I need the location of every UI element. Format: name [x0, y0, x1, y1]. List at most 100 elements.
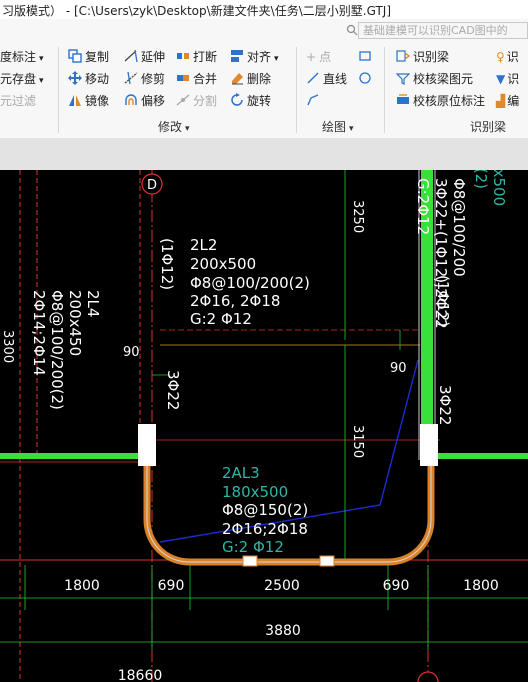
point-button[interactable]: + 点	[306, 47, 331, 67]
rectangle-icon	[359, 51, 371, 61]
group-label: 修改	[158, 120, 183, 134]
break-button[interactable]: 打断	[176, 47, 217, 67]
merge-button[interactable]: 合并	[176, 69, 217, 89]
cad-drawing-canvas[interactable]: D 2L2 200x500 Φ8@100/200(2) 2Φ16, 2Φ18 G…	[0, 170, 528, 682]
arc-button[interactable]	[306, 91, 323, 111]
dim-3250: 3250	[350, 200, 365, 233]
ribbon-item-label: 元存盘	[0, 72, 37, 86]
drawing-tab-bar	[0, 138, 528, 171]
mirror-icon	[69, 95, 81, 106]
check-annot-button[interactable]: 校核原位标注	[396, 91, 485, 111]
beam-right-name: 2KL(2)	[472, 170, 490, 189]
edit-extra-label: 编	[507, 94, 520, 108]
point-label: 点	[319, 50, 332, 64]
rotate-button[interactable]: 旋转	[230, 91, 271, 111]
rect-tool-button[interactable]	[358, 47, 375, 67]
ribbon-separator	[384, 47, 385, 133]
offset-label: 偏移	[141, 94, 166, 108]
break-label: 打断	[193, 50, 218, 64]
check-beam-label: 校核梁图元	[413, 72, 474, 86]
identify-beam-button[interactable]: 识别梁	[396, 47, 449, 67]
dim-left-edge: 3300	[0, 330, 15, 363]
modify-group-label[interactable]: 修改 ▾	[158, 118, 190, 135]
beam-2l2-side-vertical: (1Φ12)	[158, 238, 176, 290]
ribbon-item-filter[interactable]: 元过滤	[0, 91, 36, 111]
trim-label: 修剪	[141, 72, 166, 86]
search-input[interactable]: 基础建模可以识别CAD图中的	[358, 22, 528, 39]
dim-row1-1800-left: 1800	[64, 578, 100, 594]
group-label: 识别梁	[470, 120, 507, 134]
extend-button[interactable]: 延伸	[124, 47, 165, 67]
split-button[interactable]: 分割	[176, 91, 217, 111]
beam-2l2-size: 200x500	[190, 255, 256, 273]
column-left	[138, 424, 156, 466]
beam-2l4-size: 200x450	[66, 290, 84, 356]
merge-label: 合并	[193, 72, 218, 86]
ribbon-item-save[interactable]: 元存盘 ▾	[0, 69, 44, 89]
extend-label: 延伸	[141, 50, 166, 64]
search-icon[interactable]	[346, 24, 358, 36]
check-beam-icon	[396, 73, 410, 85]
extend-icon	[124, 49, 138, 63]
copy-button[interactable]: 复制	[68, 47, 109, 67]
align-icon	[231, 50, 243, 62]
beam-green-left	[0, 453, 145, 459]
line-button[interactable]: 直线	[306, 69, 347, 89]
draw-group-label[interactable]: 绘图 ▾	[322, 118, 354, 135]
circle-tool-button[interactable]	[358, 69, 375, 89]
check-beam-button[interactable]: 校核梁图元	[396, 69, 473, 89]
eraser-icon	[232, 73, 243, 85]
edit-extra-button[interactable]: ▟ 编	[496, 91, 519, 111]
check-annot-label: 校核原位标注	[413, 94, 486, 108]
window-title: 习版模式） - [C:\Users\zyk\Desktop\新建文件夹\任务\二…	[2, 4, 391, 18]
copy-label: 复制	[85, 50, 110, 64]
align-button[interactable]: 对齐 ▾	[230, 47, 279, 67]
beam-2l4-annotation: 2L4 200x450 Φ8@100/200(2) 2Φ14;2Φ14	[30, 290, 102, 410]
check-annotation-icon	[397, 94, 409, 104]
circle-icon	[359, 72, 371, 84]
axis-label-d: D	[147, 178, 157, 193]
column-right	[420, 424, 438, 466]
beam-2l2-rebar: 2Φ16, 2Φ18	[190, 292, 280, 310]
ribbon-item-label: 度标注	[0, 50, 37, 64]
dim-90-right: 90	[390, 361, 407, 376]
rebar-left-label: 3Φ22	[164, 370, 182, 410]
beam-2al3-annotation: 2AL3 180x500 Φ8@150(2) 2Φ16;2Φ18 G:2 Φ12	[222, 464, 308, 556]
recognize-group-label: 识别梁	[470, 118, 506, 135]
beam-2al3-name: 2AL3	[222, 464, 260, 482]
dim-bottom: 18660	[118, 668, 163, 682]
split-icon	[176, 94, 190, 106]
break-icon	[177, 53, 189, 59]
delete-button[interactable]: 删除	[230, 69, 271, 89]
cad-drawing[interactable]: D 2L2 200x500 Φ8@100/200(2) 2Φ16, 2Φ18 G…	[0, 170, 528, 682]
title-bar: 习版模式） - [C:\Users\zyk\Desktop\新建文件夹\任务\二…	[0, 0, 528, 20]
identify-extra2-button[interactable]: ▼ 识	[496, 69, 519, 89]
offset-button[interactable]: 偏移	[124, 91, 165, 111]
group-label: 绘图	[322, 120, 347, 134]
beam-2al3-stirrup: Φ8@150(2)	[222, 501, 308, 519]
dim-3150: 3150	[350, 425, 365, 458]
beam-right-annotation: 2KL(2) 250x500	[472, 170, 508, 206]
beam-2l2-name: 2L2	[190, 236, 217, 254]
identify-extra-button[interactable]: ♀ 识	[496, 47, 519, 67]
trim-button[interactable]: 修剪	[124, 69, 165, 89]
identify-extra-icon: ♀	[496, 50, 505, 64]
rotate-icon	[231, 93, 243, 106]
move-icon	[68, 71, 82, 85]
mirror-label: 镜像	[85, 94, 110, 108]
move-label: 移动	[85, 72, 110, 86]
beam-marker	[242, 555, 258, 567]
mirror-button[interactable]: 镜像	[68, 91, 109, 111]
copy-icon	[68, 49, 82, 63]
beam-2l4-rebar: 2Φ14;2Φ14	[30, 290, 48, 376]
move-button[interactable]: 移动	[68, 69, 109, 89]
beam-2al3-rebar: 2Φ16;2Φ18	[222, 520, 308, 538]
chevron-down-icon: ▾	[274, 54, 279, 64]
beam-right-side-vertical: (1Φ12)	[434, 275, 452, 327]
dim-row1-690-right: 690	[383, 578, 410, 594]
ribbon-item-length-annot[interactable]: 度标注 ▾	[0, 47, 44, 67]
ribbon-separator	[58, 47, 59, 133]
split-label: 分割	[193, 94, 218, 108]
beam-identify-icon	[396, 50, 410, 62]
beam-2l4-stirrup: Φ8@100/200(2)	[48, 290, 66, 410]
